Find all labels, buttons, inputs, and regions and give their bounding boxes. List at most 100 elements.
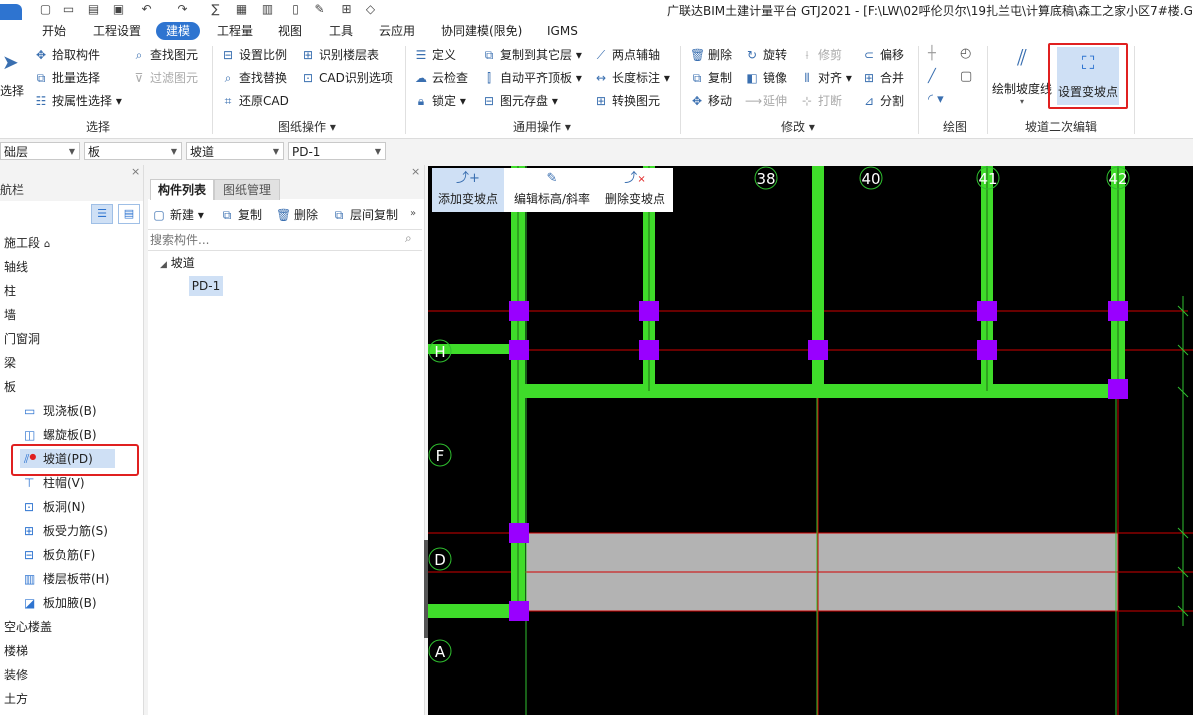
merge-button[interactable]: ⊞ 合并: [862, 69, 904, 87]
two-point-axis-button[interactable]: ⟋ 两点辅轴: [594, 46, 660, 64]
open-folder-icon[interactable]: ▤: [87, 3, 100, 16]
search-input[interactable]: [148, 230, 392, 250]
menu-cloud[interactable]: 云应用: [373, 22, 421, 40]
find-element-button[interactable]: ⌕ 查找图元: [132, 46, 198, 64]
nav-item-construction-segment[interactable]: 施工段 ⌂: [4, 234, 50, 251]
undo-icon[interactable]: ↶: [140, 3, 153, 16]
nav-item-column[interactable]: 柱: [4, 282, 16, 299]
category-select[interactable]: 板 ▼: [84, 142, 182, 160]
copy-button[interactable]: ⧉ 复制: [690, 69, 732, 87]
slope-point[interactable]: [977, 301, 997, 321]
nav-sub-slab-haunch[interactable]: ◪ 板加腋(B): [24, 594, 97, 611]
list-view-icon[interactable]: ☰: [91, 204, 113, 224]
ruler-icon[interactable]: ⊞: [340, 3, 353, 16]
nav-item-decoration[interactable]: 装修: [4, 666, 28, 683]
select-big-button[interactable]: ➤ 选择: [0, 48, 24, 108]
nav-item-beam[interactable]: 梁: [4, 354, 16, 371]
new-file-icon[interactable]: ▢: [39, 3, 52, 16]
slope-point[interactable]: [509, 340, 529, 360]
save-icon[interactable]: ▣: [112, 3, 125, 16]
component-select[interactable]: PD-1 ▼: [288, 142, 386, 160]
search-box[interactable]: ⌕: [148, 229, 422, 251]
length-dimension-button[interactable]: ↔ 长度标注 ▾: [594, 69, 670, 87]
sum-icon[interactable]: ∑: [209, 3, 222, 16]
slope-point[interactable]: [977, 340, 997, 360]
floor-select[interactable]: 础层 ▼: [0, 142, 80, 160]
save-element-button[interactable]: ⊟ 图元存盘 ▾: [482, 92, 558, 110]
menu-collab[interactable]: 协同建模(限免): [435, 22, 528, 40]
menu-igms[interactable]: IGMS: [541, 22, 584, 40]
type-select[interactable]: 坡道 ▼: [186, 142, 284, 160]
nav-sub-slab-hole[interactable]: ⊡ 板洞(N): [24, 498, 85, 515]
rectangle-icon[interactable]: ▢: [960, 69, 972, 84]
nav-sub-ramp[interactable]: ⫽● 坡道(PD): [24, 450, 93, 467]
restore-cad-button[interactable]: ⌗ 还原CAD: [221, 92, 289, 110]
nav-item-axis[interactable]: 轴线: [4, 258, 28, 275]
nav-sub-slab-rebar[interactable]: ⊞ 板受力筋(S): [24, 522, 108, 539]
menu-modeling[interactable]: 建模: [156, 22, 201, 40]
delete-component-button[interactable]: 🗑︎ 删除: [276, 206, 318, 224]
break-button[interactable]: ⊹ 打断: [800, 92, 842, 110]
new-doc-icon[interactable]: ▭: [62, 3, 75, 16]
beam[interactable]: [518, 384, 1125, 398]
nav-item-earthwork[interactable]: 土方: [4, 690, 28, 707]
close-icon[interactable]: ×: [131, 165, 140, 178]
beam[interactable]: [428, 604, 518, 618]
offset-button[interactable]: ⊂ 偏移: [862, 46, 904, 64]
report-icon[interactable]: ▦: [235, 3, 248, 16]
tree-view-icon[interactable]: ▤: [118, 204, 140, 224]
copy-between-floors-button[interactable]: ⧉ 层间复制: [332, 206, 398, 224]
copy-component-button[interactable]: ⧉ 复制: [220, 206, 262, 224]
cloud-check-button[interactable]: ☁ 云检查: [414, 69, 468, 87]
nav-item-slab[interactable]: 板: [4, 378, 16, 395]
menu-view[interactable]: 视图: [272, 22, 308, 40]
split-button[interactable]: ⊿ 分割: [862, 92, 904, 110]
slope-point[interactable]: [808, 340, 828, 360]
nav-item-door-window[interactable]: 门窗洞: [4, 330, 40, 347]
identify-floor-table-button[interactable]: ⊞ 识别楼层表: [301, 46, 379, 64]
menu-quantity[interactable]: 工程量: [211, 22, 259, 40]
slope-point[interactable]: [1108, 301, 1128, 321]
arc-icon[interactable]: ◜ ▾: [928, 92, 944, 107]
draw-slope-line-button[interactable]: ⫽ 绘制坡度线 ▾: [991, 44, 1053, 110]
slope-point[interactable]: [509, 601, 529, 621]
mirror-button[interactable]: ◧ 镜像: [745, 69, 787, 87]
extend-button[interactable]: ⟶延伸: [745, 92, 787, 110]
pick-component-button[interactable]: ✥ 拾取构件: [34, 46, 100, 64]
menu-start[interactable]: 开始: [36, 22, 72, 40]
batch-select-button[interactable]: ⧉ 批量选择: [34, 69, 100, 87]
tree-root[interactable]: ◢ 坡道: [160, 254, 195, 271]
nav-item-stairs[interactable]: 楼梯: [4, 642, 28, 659]
tab-component-list[interactable]: 构件列表: [150, 179, 214, 200]
tree-item-pd1[interactable]: PD-1: [189, 276, 223, 296]
auto-align-slab-button[interactable]: ⫿ 自动平齐顶板 ▾: [482, 69, 582, 87]
cad-options-button[interactable]: ⊡ CAD识别选项: [301, 69, 393, 87]
copy-to-floor-button[interactable]: ⧉ 复制到其它层 ▾: [482, 46, 582, 64]
slope-point[interactable]: [509, 301, 529, 321]
nav-item-wall[interactable]: 墙: [4, 306, 16, 323]
column-icon[interactable]: ▯: [289, 3, 302, 16]
set-slope-point-button[interactable]: ⛶ 设置变坡点: [1048, 43, 1128, 109]
table-icon[interactable]: ▥: [261, 3, 274, 16]
delete-slope-point-button[interactable]: ⤴× 删除变坡点: [600, 168, 670, 212]
more-icon[interactable]: »: [410, 208, 416, 219]
point-icon[interactable]: ┼: [928, 46, 936, 61]
trim-button[interactable]: ⟊ 修剪: [800, 46, 842, 64]
new-component-button[interactable]: ▢ 新建 ▾: [152, 206, 204, 224]
nav-sub-spiral-slab[interactable]: ◫ 螺旋板(B): [24, 426, 97, 443]
nav-item-hollow-floor[interactable]: 空心楼盖: [4, 618, 52, 635]
redo-icon[interactable]: ↷: [176, 3, 189, 16]
menu-tools[interactable]: 工具: [323, 22, 359, 40]
pencil-icon[interactable]: ✎: [313, 3, 326, 16]
lock-button[interactable]: 🔒︎ 锁定 ▾: [414, 92, 466, 110]
layers-icon[interactable]: ◇: [364, 3, 377, 16]
line-icon[interactable]: ╱: [928, 69, 936, 84]
close-icon[interactable]: ×: [411, 165, 420, 178]
set-scale-button[interactable]: ⊟ 设置比例: [221, 46, 287, 64]
slope-point[interactable]: [639, 301, 659, 321]
define-button[interactable]: ☰ 定义: [414, 46, 456, 64]
select-by-attr-button[interactable]: ☷ 按属性选择 ▾: [34, 92, 122, 110]
nav-sub-neg-rebar[interactable]: ⊟ 板负筋(F): [24, 546, 95, 563]
convert-element-button[interactable]: ⊞ 转换图元: [594, 92, 660, 110]
filter-element-button[interactable]: ⊽ 过滤图元: [132, 69, 198, 87]
